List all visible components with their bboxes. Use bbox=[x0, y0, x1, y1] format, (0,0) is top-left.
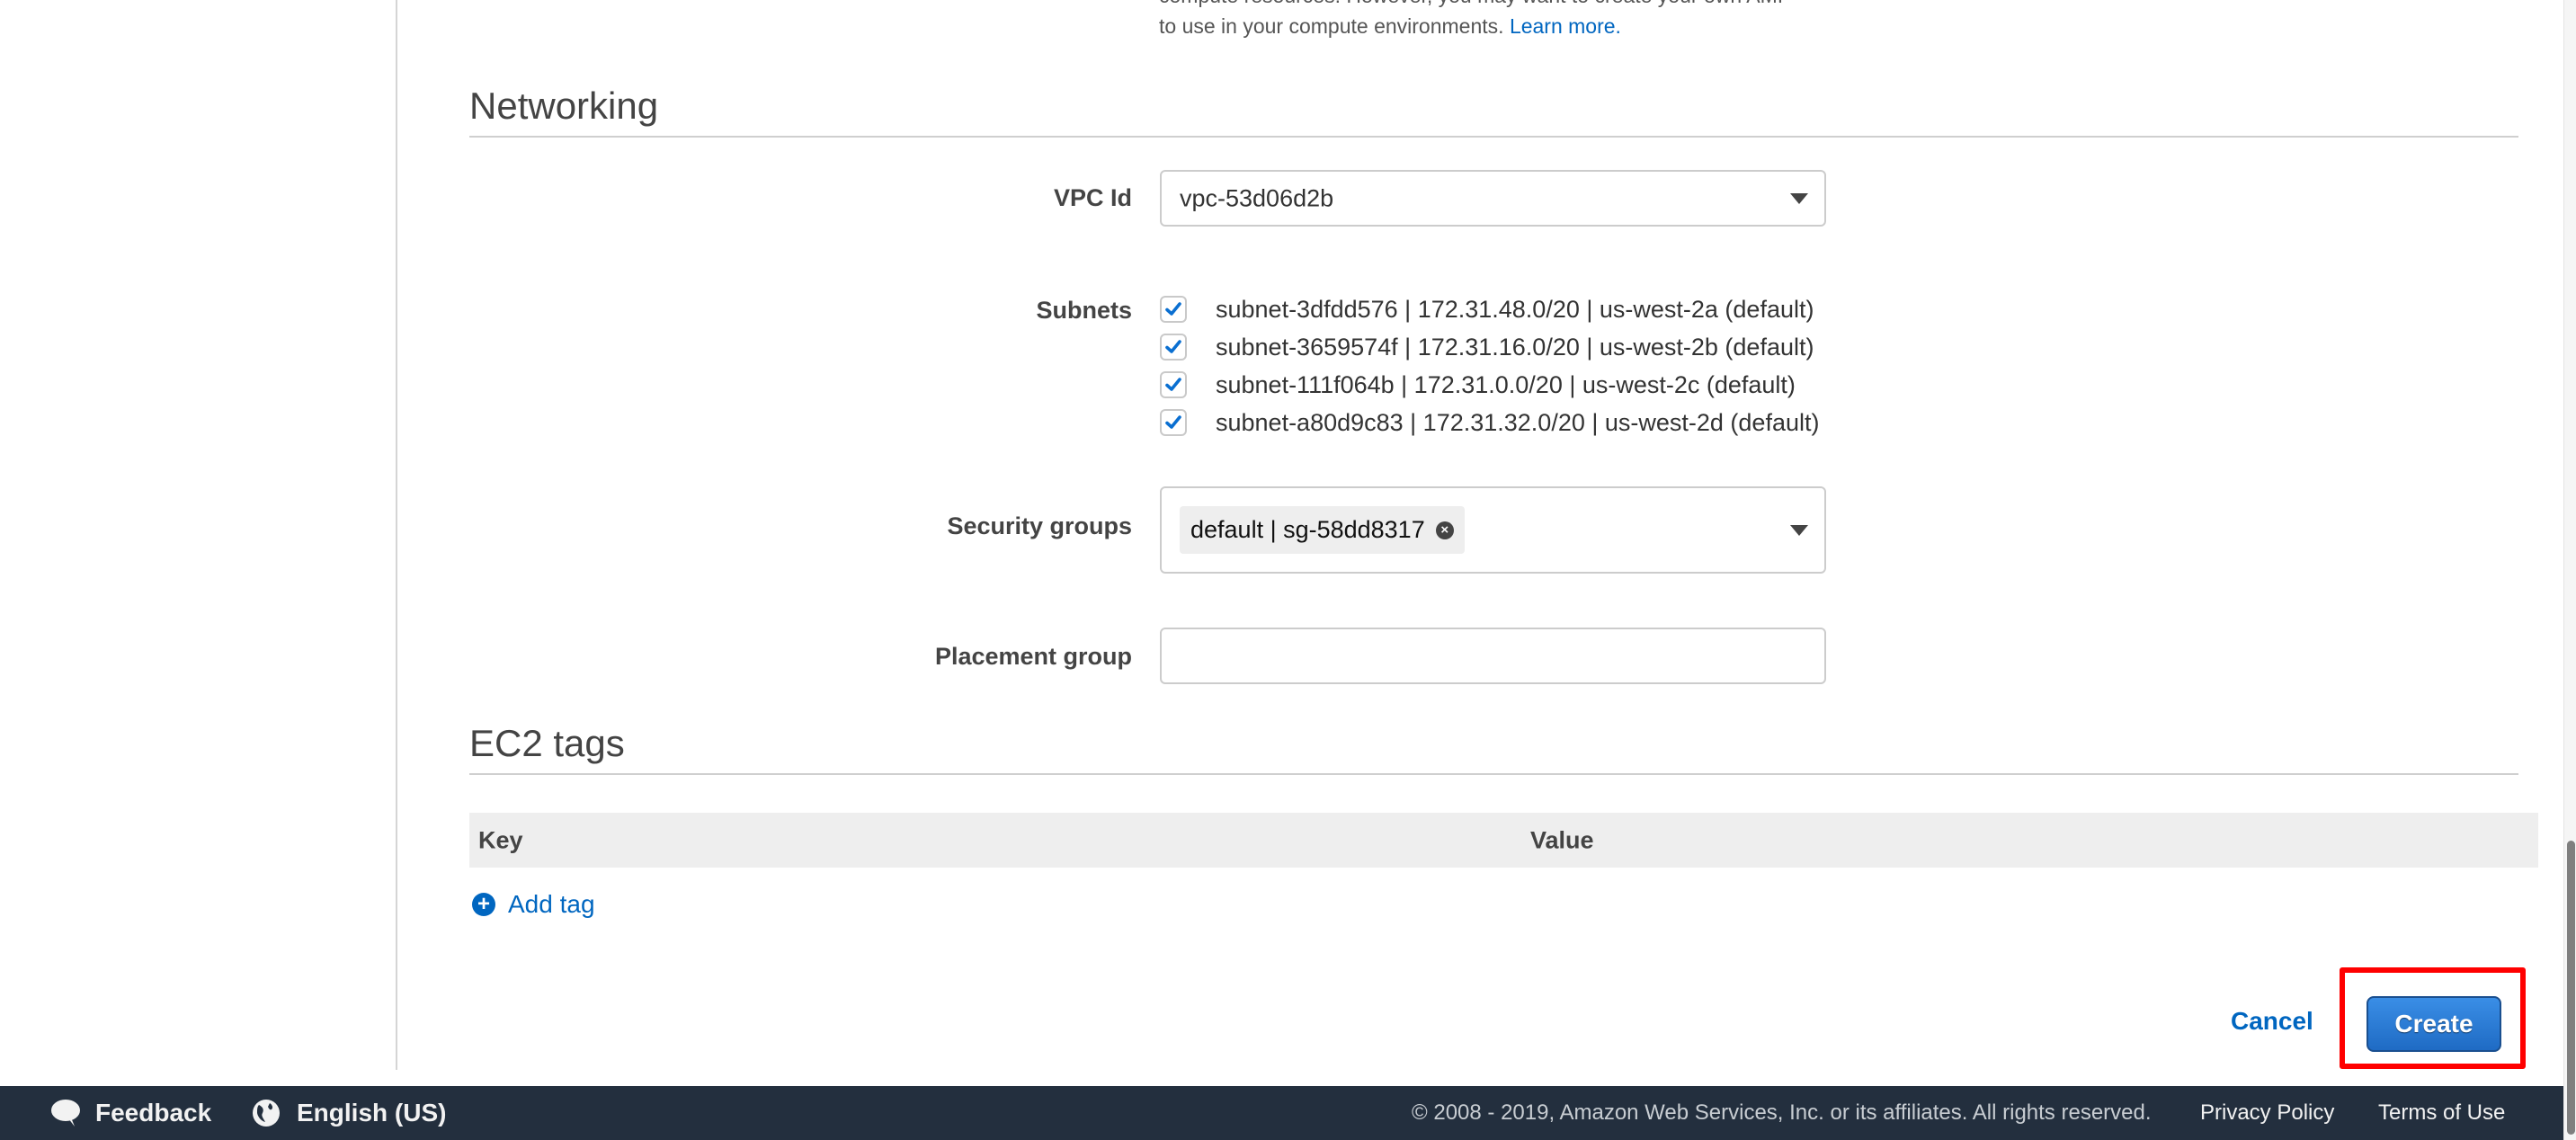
subnet-label: subnet-111f064b | 172.31.0.0/20 | us-wes… bbox=[1216, 370, 1796, 398]
plus-circle-icon: + bbox=[472, 893, 495, 916]
ami-description-line-1: compute resources. However, you may want… bbox=[1159, 0, 1842, 11]
subnet-checkbox[interactable] bbox=[1160, 371, 1187, 398]
language-selector[interactable]: English (US) bbox=[252, 1099, 446, 1127]
vpc-id-value: vpc-53d06d2b bbox=[1180, 184, 1334, 211]
security-group-chip: default | sg-58dd8317 × bbox=[1180, 506, 1465, 554]
subnets-label: Subnets bbox=[1036, 297, 1132, 324]
subnet-label: subnet-a80d9c83 | 172.31.32.0/20 | us-we… bbox=[1216, 408, 1820, 436]
checkmark-icon bbox=[1165, 415, 1181, 429]
scrollbar-thumb[interactable] bbox=[2567, 841, 2575, 1135]
column-header-key: Key bbox=[478, 826, 523, 853]
chevron-down-icon[interactable] bbox=[1790, 192, 1808, 204]
add-tag-button[interactable]: + Add tag bbox=[472, 890, 595, 919]
globe-icon bbox=[253, 1100, 280, 1127]
add-tag-label: Add tag bbox=[508, 890, 595, 918]
security-groups-label: Security groups bbox=[947, 512, 1132, 539]
remove-icon[interactable]: × bbox=[1435, 521, 1454, 539]
console-footer: Feedback English (US) © 2008 - 2019, Ama… bbox=[0, 1086, 2563, 1140]
placement-group-input[interactable] bbox=[1160, 628, 1826, 684]
subnet-checkbox[interactable] bbox=[1160, 409, 1187, 436]
column-header-value: Value bbox=[1530, 826, 1594, 853]
subnet-label: subnet-3dfdd576 | 172.31.48.0/20 | us-we… bbox=[1216, 295, 1814, 323]
subnet-option[interactable]: subnet-3dfdd576 | 172.31.48.0/20 | us-we… bbox=[1160, 295, 1814, 324]
placement-group-label: Placement group bbox=[934, 643, 1132, 670]
checkmark-icon bbox=[1165, 340, 1181, 353]
checkmark-icon bbox=[1165, 302, 1181, 316]
terms-of-use-link[interactable]: Terms of Use bbox=[2378, 1100, 2505, 1126]
subnet-option[interactable]: subnet-a80d9c83 | 172.31.32.0/20 | us-we… bbox=[1160, 408, 1819, 437]
speech-bubble-icon bbox=[51, 1100, 80, 1127]
networking-divider bbox=[469, 136, 2518, 138]
privacy-policy-link[interactable]: Privacy Policy bbox=[2200, 1100, 2334, 1126]
vpc-id-select[interactable]: vpc-53d06d2b bbox=[1160, 170, 1826, 227]
security-groups-select[interactable]: default | sg-58dd8317 × bbox=[1160, 486, 1826, 574]
ami-description: compute resources. However, you may want… bbox=[1159, 0, 1842, 41]
ami-description-line-2: to use in your compute environments. Lea… bbox=[1159, 14, 1621, 38]
cancel-button[interactable]: Cancel bbox=[2231, 1007, 2313, 1036]
language-label: English (US) bbox=[297, 1099, 447, 1127]
security-group-chip-label: default | sg-58dd8317 bbox=[1190, 516, 1425, 543]
subnet-option[interactable]: subnet-3659574f | 172.31.16.0/20 | us-we… bbox=[1160, 333, 1814, 361]
copyright-text: © 2008 - 2019, Amazon Web Services, Inc.… bbox=[1412, 1100, 2152, 1125]
feedback-link[interactable]: Feedback bbox=[50, 1099, 211, 1127]
tag-table-header: Key Value bbox=[469, 813, 2538, 868]
ec2-tags-heading: EC2 tags bbox=[469, 722, 625, 764]
subnet-option[interactable]: subnet-111f064b | 172.31.0.0/20 | us-wes… bbox=[1160, 370, 1796, 399]
ec2-tags-divider bbox=[469, 773, 2518, 775]
feedback-label: Feedback bbox=[95, 1099, 212, 1127]
subnet-label: subnet-3659574f | 172.31.16.0/20 | us-we… bbox=[1216, 333, 1814, 361]
content-left-border bbox=[396, 0, 397, 1070]
subnet-checkbox[interactable] bbox=[1160, 334, 1187, 361]
chevron-down-icon[interactable] bbox=[1790, 524, 1808, 536]
checkmark-icon bbox=[1165, 378, 1181, 391]
vpc-id-label: VPC Id bbox=[1053, 184, 1132, 211]
learn-more-link[interactable]: Learn more. bbox=[1510, 14, 1621, 38]
create-button[interactable]: Create bbox=[2367, 996, 2501, 1052]
subnet-checkbox[interactable] bbox=[1160, 296, 1187, 323]
networking-heading: Networking bbox=[469, 85, 659, 127]
